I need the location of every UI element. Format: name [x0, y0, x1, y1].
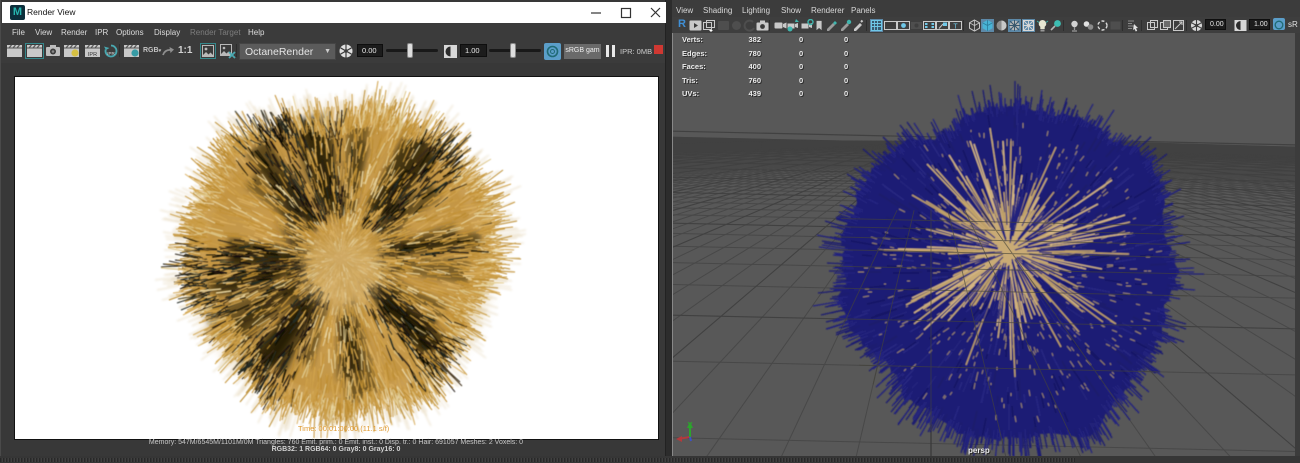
svg-text:Time: 00:01:00:00 (11.1 s/f): Time: 00:01:00:00 (11.1 s/f): [298, 424, 390, 433]
svg-text:IPR: IPR: [107, 51, 115, 56]
svg-text:T: T: [953, 24, 958, 31]
svg-text:IPR: IPR: [88, 52, 97, 58]
